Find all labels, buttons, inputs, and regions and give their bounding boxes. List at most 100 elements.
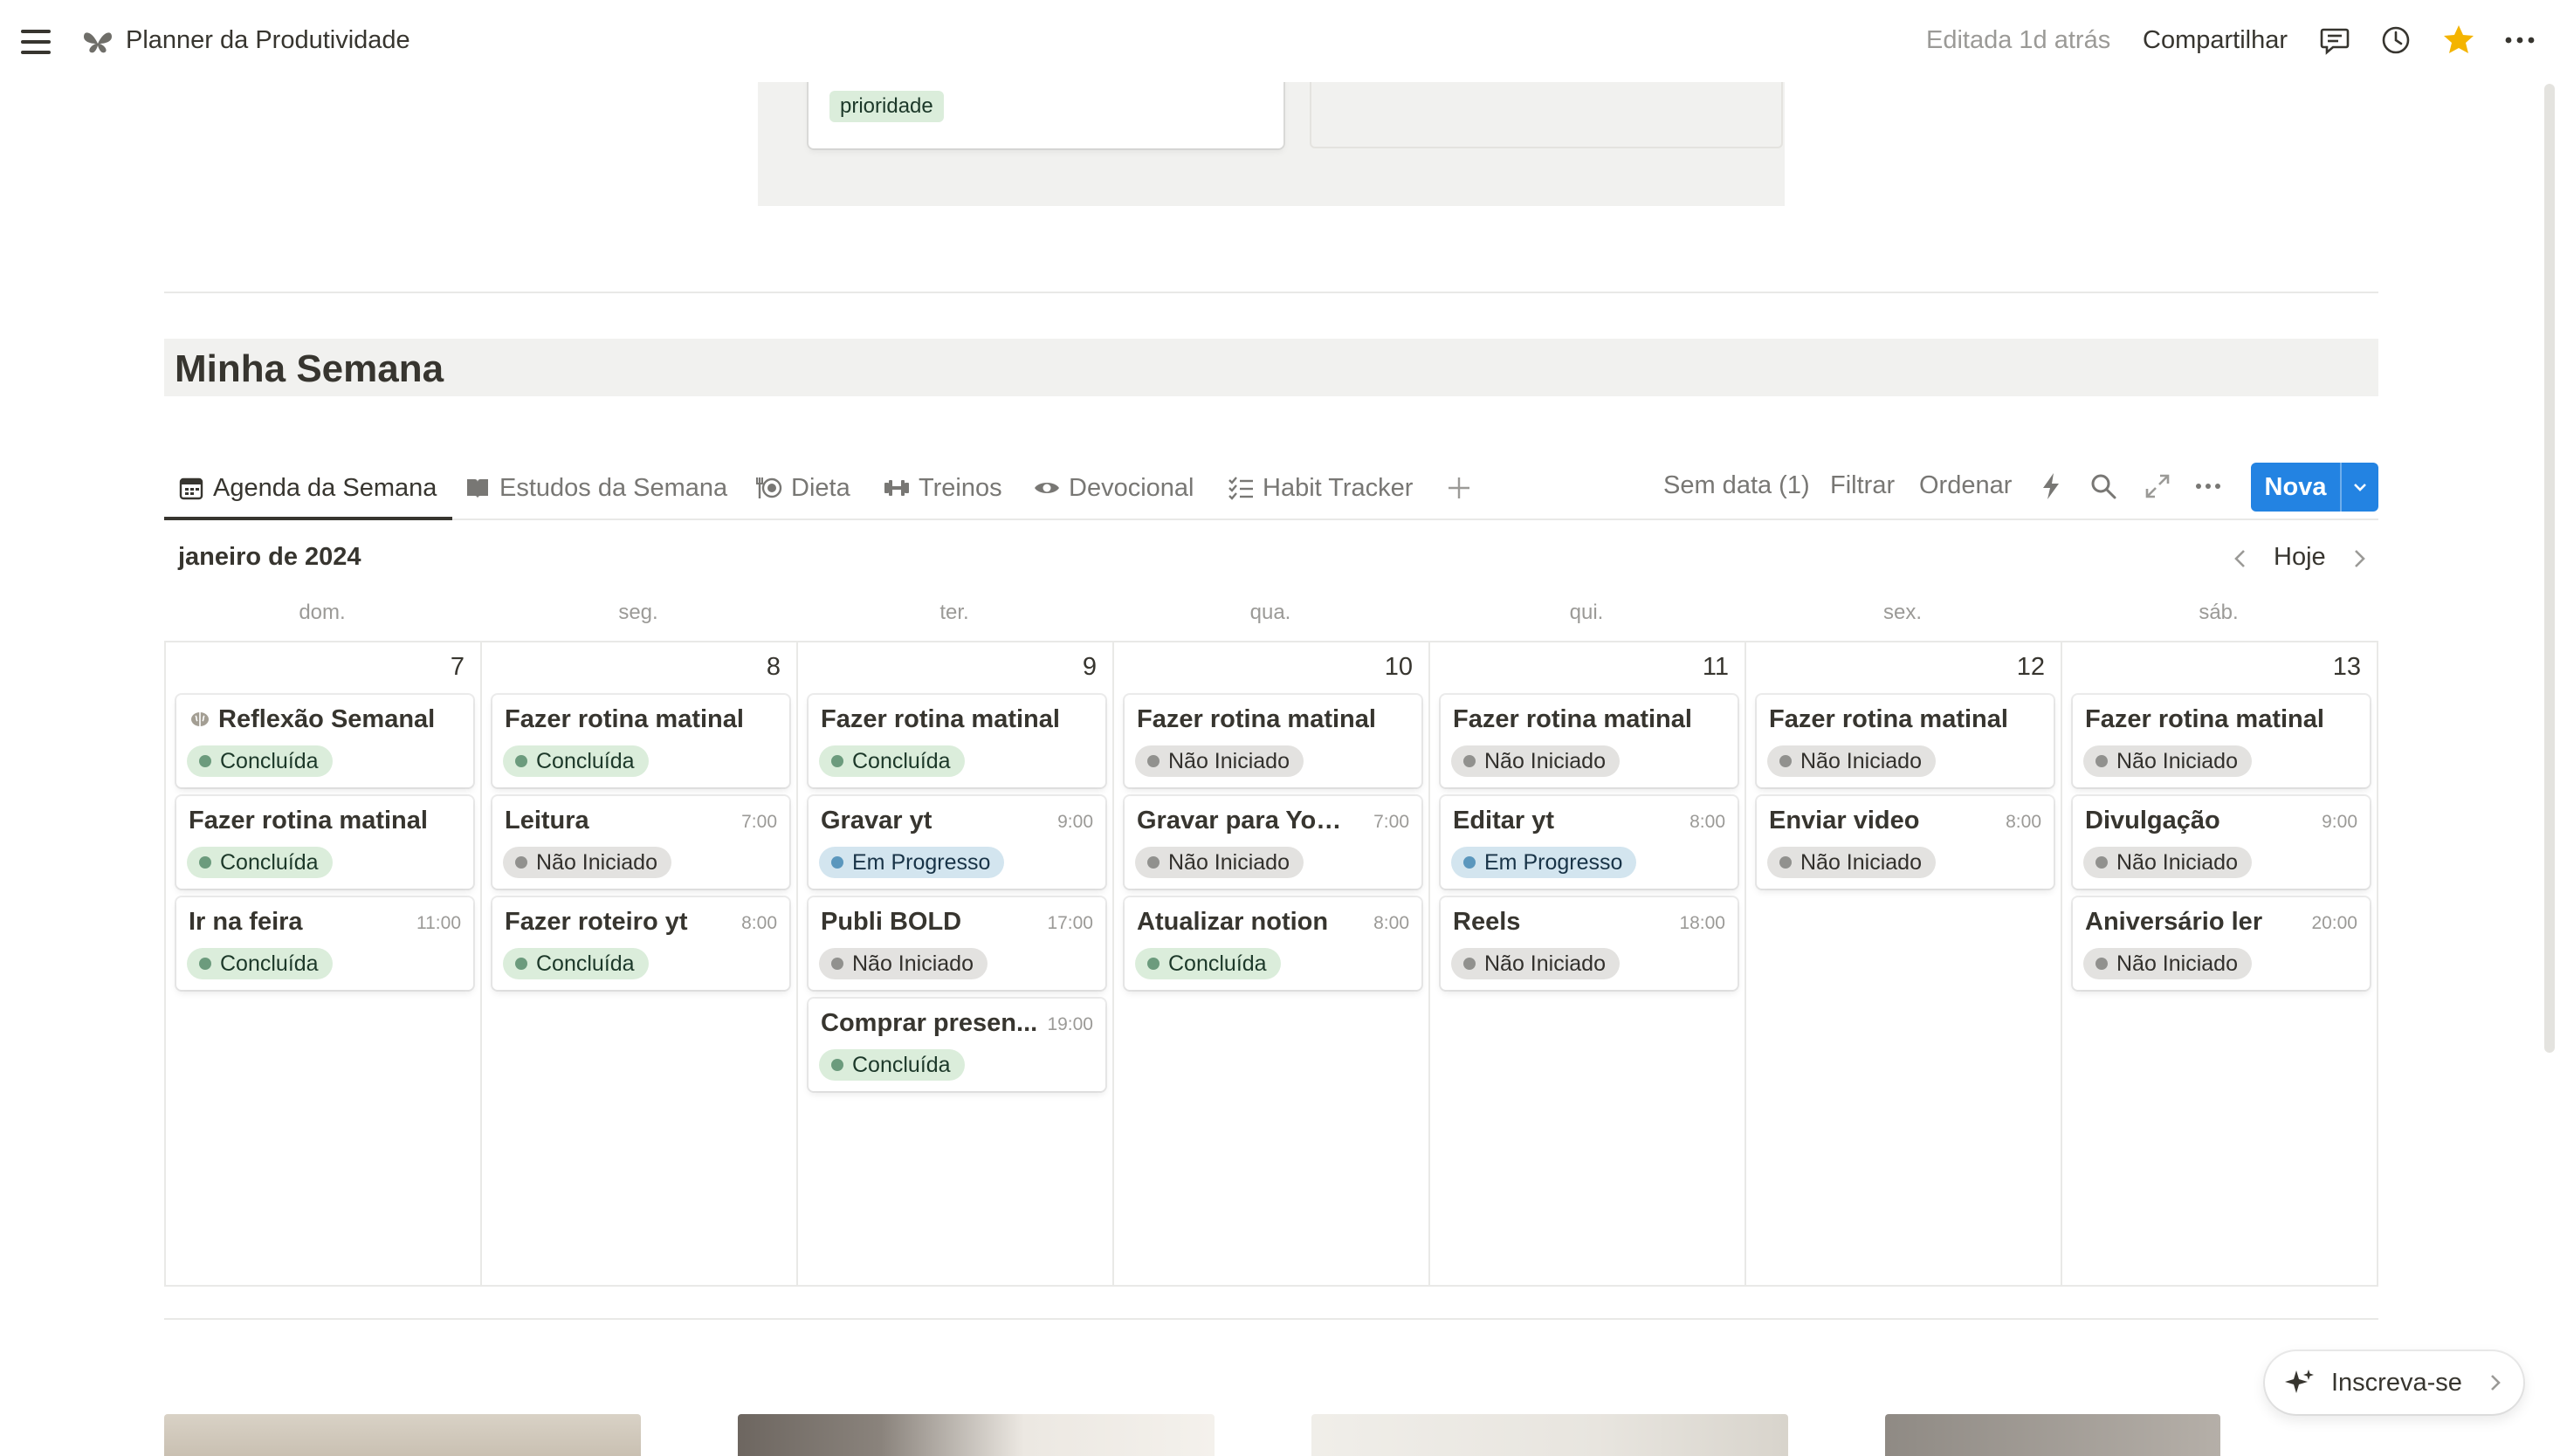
tab-devocional[interactable]: Devocional: [1034, 456, 1194, 520]
calendar-day[interactable]: 12 Fazer rotina matinal Não Iniciado Env…: [1746, 642, 2062, 1285]
tab-label: Dieta: [791, 473, 850, 502]
event-card[interactable]: Fazer rotina matinal Concluída: [176, 796, 473, 889]
event-card[interactable]: Fazer rotina matinal Concluída: [809, 695, 1105, 787]
event-card[interactable]: Gravar para Yout... 7:00 Não Iniciado: [1125, 796, 1421, 889]
event-time: 11:00: [416, 913, 461, 933]
calendar-day[interactable]: 13 Fazer rotina matinal Não Iniciado Div…: [2062, 642, 2377, 1285]
checklist-icon: [1228, 477, 1253, 500]
sparkle-icon: [2285, 1370, 2314, 1393]
event-card[interactable]: Divulgação 9:00 Não Iniciado: [2073, 796, 2370, 889]
no-date-button[interactable]: Sem data (1): [1663, 471, 1810, 500]
gallery-thumbnail[interactable]: [1885, 1414, 2220, 1456]
active-tab-indicator: [164, 517, 452, 520]
last-edited-label: Editada 1d atrás: [1926, 26, 2111, 54]
event-card[interactable]: Fazer rotina matinal Não Iniciado: [2073, 695, 2370, 787]
status-badge: Concluída: [819, 745, 965, 777]
tab-agenda-da-semana[interactable]: Agenda da Semana: [178, 456, 437, 520]
scrollbar[interactable]: [2544, 84, 2555, 1053]
calendar-day[interactable]: 10 Fazer rotina matinal Não Iniciado Gra…: [1114, 642, 1430, 1285]
status-dot: [1463, 958, 1476, 970]
event-title: Gravar para Yout...: [1137, 807, 1355, 834]
event-card[interactable]: Fazer rotina matinal Concluída: [492, 695, 789, 787]
status-label: Concluída: [1168, 951, 1267, 976]
gallery-thumbnail[interactable]: [1311, 1414, 1788, 1456]
subscribe-label: Inscreva-se: [2331, 1368, 2462, 1397]
subscribe-button[interactable]: Inscreva-se: [2265, 1351, 2523, 1414]
dumbbell-icon: [884, 480, 909, 496]
filter-button[interactable]: Filtrar: [1830, 471, 1895, 500]
tab-habit-tracker[interactable]: Habit Tracker: [1228, 456, 1413, 520]
event-card[interactable]: Fazer rotina matinal Não Iniciado: [1441, 695, 1738, 787]
top-bar: Planner da Produtividade Editada 1d atrá…: [0, 0, 2560, 82]
tab-dieta[interactable]: Dieta: [756, 456, 850, 520]
sort-button[interactable]: Ordenar: [1919, 471, 2012, 500]
event-card[interactable]: Aniversário ler 20:00 Não Iniciado: [2073, 897, 2370, 990]
gallery-card-placeholder[interactable]: [1310, 72, 1783, 148]
event-title: Fazer rotina matinal: [1453, 705, 1692, 733]
chevron-left-icon[interactable]: [2228, 546, 2253, 571]
divider: [164, 1318, 2378, 1320]
event-card[interactable]: Reels 18:00 Não Iniciado: [1441, 897, 1738, 990]
more-options-icon[interactable]: [2502, 23, 2537, 58]
view-options-icon[interactable]: [2193, 471, 2223, 501]
event-card[interactable]: Fazer roteiro yt 8:00 Concluída: [492, 897, 789, 990]
event-time: 17:00: [1047, 913, 1093, 933]
event-time: 18:00: [1679, 913, 1725, 933]
status-dot: [831, 1059, 843, 1071]
history-clock-icon[interactable]: [2378, 23, 2413, 58]
day-number: 9: [1082, 653, 1097, 681]
event-card[interactable]: Fazer rotina matinal Não Iniciado: [1757, 695, 2054, 787]
section-title: Minha Semana: [175, 347, 444, 390]
calendar-day[interactable]: 7 Reflexão Semanal Concluída Fazer rotin…: [166, 642, 482, 1285]
search-icon[interactable]: [2089, 471, 2118, 501]
event-card[interactable]: Ir na feira 11:00 Concluída: [176, 897, 473, 990]
event-card[interactable]: Fazer rotina matinal Não Iniciado: [1125, 695, 1421, 787]
calendar-day[interactable]: 9 Fazer rotina matinal Concluída Gravar …: [798, 642, 1114, 1285]
chevron-right-icon[interactable]: [2347, 546, 2371, 571]
event-card[interactable]: Reflexão Semanal Concluída: [176, 695, 473, 787]
event-card[interactable]: Atualizar notion 8:00 Concluída: [1125, 897, 1421, 990]
event-time: 7:00: [741, 812, 777, 832]
status-dot: [1147, 958, 1160, 970]
event-card[interactable]: Leitura 7:00 Não Iniciado: [492, 796, 789, 889]
add-view-plus-icon[interactable]: [1446, 475, 1472, 501]
favorite-star-icon[interactable]: [2441, 23, 2476, 58]
new-item-dropdown[interactable]: [2340, 463, 2378, 512]
calendar-day[interactable]: 11 Fazer rotina matinal Não Iniciado Edi…: [1430, 642, 1746, 1285]
day-number: 11: [1702, 653, 1729, 681]
event-time: 8:00: [1689, 812, 1725, 832]
tab-treinos[interactable]: Treinos: [884, 456, 1002, 520]
status-dot: [1463, 856, 1476, 869]
status-badge: Não Iniciado: [1451, 948, 1620, 979]
page-title[interactable]: Planner da Produtividade: [126, 26, 410, 55]
calendar-day[interactable]: 8 Fazer rotina matinal Concluída Leitura…: [482, 642, 798, 1285]
event-card[interactable]: Gravar yt 9:00 Em Progresso: [809, 796, 1105, 889]
tab-estudos-da-semana[interactable]: Estudos da Semana: [465, 456, 727, 520]
event-time: 9:00: [1057, 812, 1093, 832]
status-label: Não Iniciado: [536, 850, 657, 875]
event-card[interactable]: Publi BOLD 17:00 Não Iniciado: [809, 897, 1105, 990]
event-card[interactable]: Enviar video 8:00 Não Iniciado: [1757, 796, 2054, 889]
new-item-label[interactable]: Nova: [2251, 463, 2340, 512]
share-button[interactable]: Compartilhar: [2143, 26, 2288, 55]
status-dot: [1463, 755, 1476, 767]
gallery-thumbnail[interactable]: [164, 1414, 641, 1456]
status-label: Concluída: [220, 951, 319, 976]
event-card[interactable]: Editar yt 8:00 Em Progresso: [1441, 796, 1738, 889]
weekday-label: sáb.: [2199, 601, 2239, 624]
weekday-label: ter.: [939, 601, 969, 624]
day-number: 7: [450, 653, 465, 681]
event-title: Reels: [1453, 908, 1521, 936]
new-item-button[interactable]: Nova: [2251, 463, 2378, 512]
today-button[interactable]: Hoje: [2274, 543, 2326, 572]
book-icon: [467, 479, 488, 498]
status-badge: Não Iniciado: [2083, 847, 2252, 878]
comments-icon[interactable]: [2317, 23, 2352, 58]
expand-icon[interactable]: [2143, 471, 2172, 501]
gallery-thumbnail[interactable]: [738, 1414, 1215, 1456]
status-badge: Não Iniciado: [1767, 745, 1936, 777]
status-dot: [2095, 755, 2108, 767]
automation-bolt-icon[interactable]: [2036, 471, 2066, 501]
sidebar-menu-icon[interactable]: [21, 24, 56, 59]
event-card[interactable]: Comprar presen... 19:00 Concluída: [809, 999, 1105, 1091]
